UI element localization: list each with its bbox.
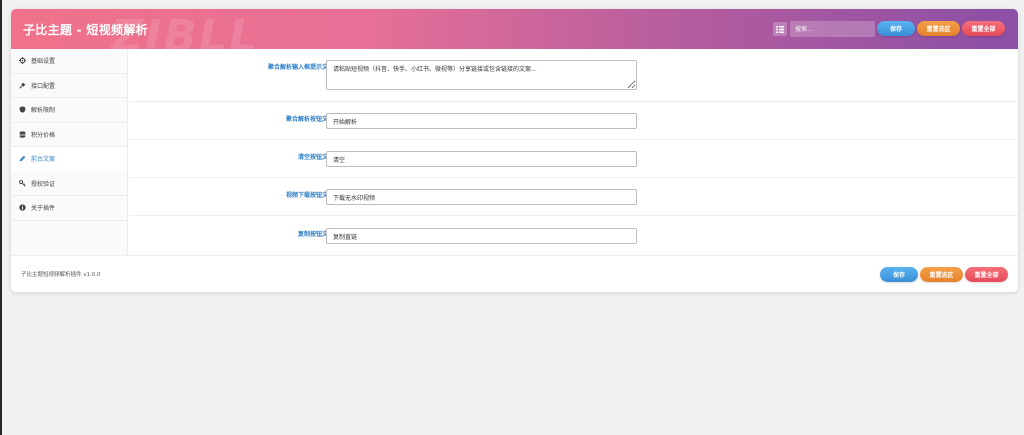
sidebar-item-basic-settings[interactable]: 基础设置: [11, 49, 127, 74]
field-row: 复制按钮文案: [129, 216, 1018, 255]
clear-button-text-field[interactable]: [326, 151, 637, 167]
copy-button-text-field[interactable]: [326, 228, 637, 244]
admin-sidebar-edge: [0, 0, 2, 435]
page-title: 子比主题 - 短视频解析: [23, 23, 148, 37]
field-row: 聚合解析按钮文案: [129, 102, 1018, 140]
footer-reset-all-button[interactable]: 重置全部: [965, 267, 1008, 282]
gear-icon: [19, 57, 26, 65]
save-button[interactable]: 保存: [877, 21, 915, 36]
panel-footer: 子比主题短视频解析插件 v1.0.0 保存 重置选区 重置全部: [11, 255, 1018, 292]
sidebar-item-label: 基础设置: [31, 58, 56, 66]
sidebar-item-label: 前台文案: [31, 156, 56, 164]
pencil-icon: [19, 155, 26, 162]
sidebar-item-label: 解析限制: [31, 107, 56, 115]
database-icon: [19, 131, 26, 138]
settings-panel: ZIBLL 子比主题 - 短视频解析 保存 重置选区 重置全部: [11, 9, 1018, 292]
reset-all-button[interactable]: 重置全部: [962, 21, 1005, 36]
key-icon: [19, 179, 26, 187]
sidebar-item-label: 积分价格: [31, 131, 56, 139]
field-row: 聚合解析输入框提示文案 请粘贴短视频（抖音、快手、小红书、微视等）分享链接或包含…: [129, 49, 1018, 102]
info-icon: [19, 204, 26, 211]
list-icon: [776, 25, 784, 33]
footer-save-button[interactable]: 保存: [880, 267, 918, 282]
field-label: 聚合解析输入框提示文案: [267, 64, 334, 71]
reset-section-button[interactable]: 重置选区: [917, 21, 960, 36]
download-button-text-field[interactable]: [326, 189, 637, 205]
field-row: 清空按钮文案: [129, 140, 1018, 178]
sidebar-item-parse-limit[interactable]: 解析限制: [11, 98, 127, 123]
parse-button-text-field[interactable]: [326, 113, 637, 129]
sidebar-item-frontend-text[interactable]: 前台文案: [11, 147, 127, 172]
search-input[interactable]: [790, 21, 875, 37]
settings-sidebar: 基础设置 接口配置 解析限制 积分价格 前台文案 授权验证 关于插件: [11, 49, 128, 255]
footer-reset-section-button[interactable]: 重置选区: [920, 267, 963, 282]
shield-icon: [19, 106, 26, 113]
settings-content: 聚合解析输入框提示文案 请粘贴短视频（抖音、快手、小红书、微视等）分享链接或包含…: [129, 49, 1018, 255]
sidebar-item-license[interactable]: 授权验证: [11, 172, 127, 196]
sidebar-item-api-config[interactable]: 接口配置: [11, 74, 127, 98]
parse-input-placeholder-field[interactable]: 请粘贴短视频（抖音、快手、小红书、微视等）分享链接或包含链接的文案...: [326, 60, 637, 90]
search-toggle-button[interactable]: [773, 22, 787, 36]
sidebar-item-about[interactable]: 关于插件: [11, 196, 127, 221]
sidebar-item-label: 授权验证: [31, 180, 56, 188]
plugin-version: 子比主题短视频解析插件 v1.0.0: [21, 272, 101, 278]
sidebar-item-label: 关于插件: [31, 205, 56, 213]
field-row: 视频下载按钮文案: [129, 178, 1018, 216]
panel-header: ZIBLL 子比主题 - 短视频解析 保存 重置选区 重置全部: [11, 9, 1018, 49]
sidebar-item-points-price[interactable]: 积分价格: [11, 123, 127, 147]
plug-icon: [19, 82, 26, 89]
sidebar-item-label: 接口配置: [31, 82, 56, 90]
